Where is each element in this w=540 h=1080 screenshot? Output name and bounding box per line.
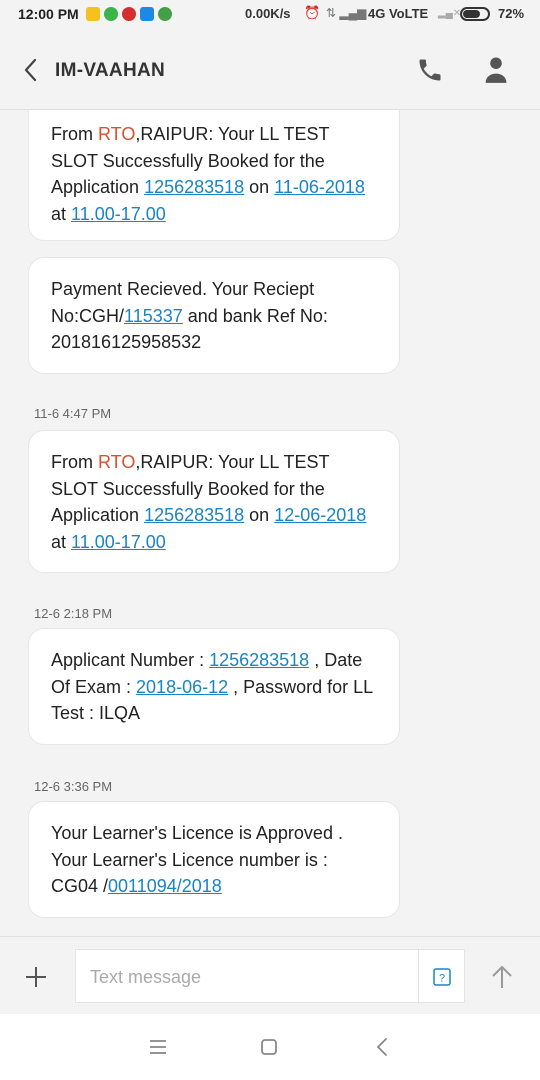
send-arrow-icon[interactable] <box>486 961 518 993</box>
menu-icon[interactable] <box>148 1038 168 1056</box>
message-segment: Applicant Number : <box>51 650 210 670</box>
message-bubble[interactable]: From RTO,RAIPUR: Your LL TEST SLOT Succe… <box>28 110 400 241</box>
message-segment: on <box>244 505 275 525</box>
message-segment: From <box>51 124 98 144</box>
message-bubble[interactable]: Your Learner's Licence is Approved . You… <box>28 801 400 918</box>
battery-level <box>463 10 481 18</box>
back-icon[interactable] <box>20 56 44 84</box>
sender-name: RTO <box>98 124 136 144</box>
message-text: Payment Recieved. Your Reciept No:CGH/11… <box>51 276 377 356</box>
message-link[interactable]: 0011094/2018 <box>108 876 222 896</box>
message-bubble[interactable]: Applicant Number : 1256283518 , Date Of … <box>28 628 400 745</box>
sender-name: RTO <box>98 452 136 472</box>
jio-icon <box>122 7 136 21</box>
message-timestamp: 12-6 2:18 PM <box>34 606 113 621</box>
message-segment: From <box>51 452 98 472</box>
message-text: From RTO,RAIPUR: Your LL TEST SLOT Succe… <box>51 449 377 555</box>
message-segment: on <box>244 177 275 197</box>
message-link[interactable]: 115337 <box>124 306 183 326</box>
status-bar: 12:00 PM 0.00K/s ⏰ ⇅ ▂▄▆ 4G VoLTE ▂▄✕ 72… <box>0 0 540 30</box>
person-icon[interactable] <box>482 54 510 84</box>
conversation-header: IM-VAAHAN <box>0 30 540 110</box>
message-bubble[interactable]: From RTO,RAIPUR: Your LL TEST SLOT Succe… <box>28 430 400 573</box>
flash-icon <box>86 7 100 21</box>
battery-percent: 72% <box>498 6 525 21</box>
message-list[interactable]: From RTO,RAIPUR: Your LL TEST SLOT Succe… <box>0 110 540 936</box>
message-link[interactable]: 1256283518 <box>144 177 244 197</box>
message-link[interactable]: 12-06-2018 <box>274 505 366 525</box>
status-time: 12:00 PM <box>18 6 79 22</box>
message-input-placeholder: Text message <box>90 967 202 987</box>
message-timestamp: 12-6 3:36 PM <box>34 779 113 794</box>
message-link[interactable]: 2018-06-12 <box>136 677 228 697</box>
network-speed: 0.00K/s <box>245 6 291 21</box>
battery-icon <box>460 7 490 21</box>
message-link[interactable]: 11-06-2018 <box>274 177 365 197</box>
notification-icons <box>86 7 172 21</box>
back-triangle-icon[interactable] <box>374 1036 390 1058</box>
contact-name: IM-VAAHAN <box>55 60 166 81</box>
whatsapp-icon <box>104 7 118 21</box>
message-timestamp: 11-6 4:47 PM <box>34 406 112 421</box>
message-link[interactable]: 1256283518 <box>144 505 244 525</box>
message-input[interactable]: Text message ? <box>75 949 465 1004</box>
sim-icon[interactable]: ? <box>432 967 452 987</box>
message-bubble[interactable]: Payment Recieved. Your Reciept No:CGH/11… <box>28 257 400 374</box>
message-text: Applicant Number : 1256283518 , Date Of … <box>51 647 377 727</box>
alarm-icon: ⏰ <box>304 5 321 20</box>
network-type: 4G VoLTE <box>368 6 429 21</box>
message-text: From RTO,RAIPUR: Your LL TEST SLOT Succe… <box>51 121 377 227</box>
message-link[interactable]: 1256283518 <box>209 650 309 670</box>
call-icon[interactable] <box>416 56 444 84</box>
home-square-icon[interactable] <box>260 1038 278 1056</box>
signal-icon: ⇅ ▂▄▆ <box>326 6 367 20</box>
input-divider <box>418 950 419 1004</box>
message-text: Your Learner's Licence is Approved . You… <box>51 820 377 900</box>
svg-text:?: ? <box>439 973 445 985</box>
message-segment: at <box>51 531 72 552</box>
composer-bar: Text message ? <box>0 936 540 1014</box>
navigation-bar <box>0 1014 540 1080</box>
shield-icon <box>158 7 172 21</box>
plus-icon[interactable] <box>20 961 52 993</box>
app-icon <box>140 7 154 21</box>
message-segment: at <box>51 203 72 224</box>
message-link[interactable]: 11.00-17.00 <box>71 532 166 552</box>
wifi-signal-icon: ▂▄✕ <box>438 8 462 19</box>
message-link[interactable]: 11.00-17.00 <box>71 204 166 224</box>
